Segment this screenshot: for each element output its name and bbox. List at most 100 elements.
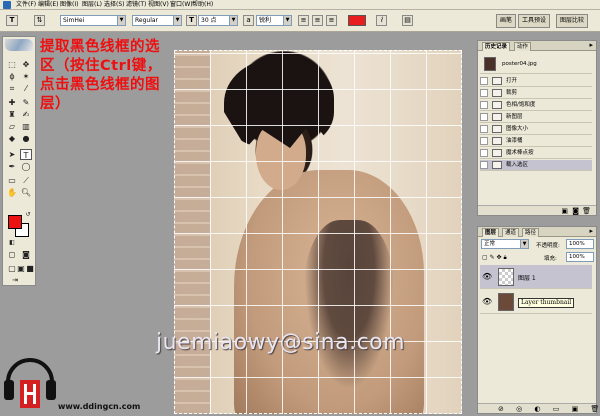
menu-help[interactable]: 帮助(H) xyxy=(192,1,214,9)
align-right-icon[interactable]: ≡ xyxy=(326,15,337,26)
tab-channels[interactable]: 通道 xyxy=(502,228,520,237)
lock-icons[interactable]: ▢ ✎ ✥ 🔒︎ xyxy=(482,254,507,262)
fill-label: 填充: xyxy=(544,256,557,262)
screen-mode-full-icon[interactable]: ■ xyxy=(24,263,36,274)
history-item[interactable]: 油漆桶 xyxy=(480,136,592,147)
history-item[interactable]: 魔术棒点按 xyxy=(480,148,592,159)
new-document-icon[interactable]: ▣ xyxy=(561,207,568,215)
swap-colors-icon[interactable]: ↺ xyxy=(22,209,34,220)
text-orientation-icon[interactable]: ⇅ xyxy=(34,15,45,26)
font-family-value: SimHei xyxy=(63,17,85,24)
history-checkbox[interactable] xyxy=(480,101,488,109)
font-family-select[interactable]: SimHei ▼ xyxy=(60,15,126,26)
align-center-icon[interactable]: ≡ xyxy=(312,15,323,26)
text-tool-icon[interactable]: T xyxy=(6,15,18,26)
history-step-icon xyxy=(492,77,502,85)
history-checkbox[interactable] xyxy=(480,89,488,97)
menu-window[interactable]: 窗口(W) xyxy=(170,1,193,9)
jump-to-imageready-icon[interactable]: ⇥ xyxy=(9,275,21,286)
default-colors-icon[interactable]: ◧ xyxy=(6,237,18,248)
document-canvas[interactable] xyxy=(174,50,462,414)
palette-menu-icon[interactable]: ▸ xyxy=(589,41,593,49)
hand-tool-icon[interactable]: ✋ xyxy=(6,187,18,198)
notes-tool-icon[interactable]: ▭ xyxy=(6,175,18,186)
crop-tool-icon[interactable]: ⌗ xyxy=(6,83,18,94)
antialias-value: 锐利 xyxy=(259,17,272,24)
trash-icon[interactable]: 🗑︎ xyxy=(582,207,591,215)
new-snapshot-icon[interactable]: ◙ xyxy=(572,207,579,215)
dodge-tool-icon[interactable]: ● xyxy=(20,133,32,144)
tab-history[interactable]: 历史记录 xyxy=(482,42,511,51)
history-item-label: 魔术棒点按 xyxy=(506,150,534,156)
tab-layers[interactable]: 图层 xyxy=(482,228,500,237)
layer-actions-icons[interactable]: ⊘ ◎ ◐ ▭ ▣ 🗑︎ xyxy=(498,405,600,413)
history-item-label: 裁剪 xyxy=(506,90,518,96)
history-checkbox[interactable] xyxy=(480,137,488,145)
quick-mask-mode-icon[interactable]: ◙ xyxy=(20,249,32,260)
menu-edit[interactable]: 编辑(E) xyxy=(38,1,60,9)
layer-row[interactable]: 👁︎ 图层 1 xyxy=(480,265,592,289)
history-step-icon xyxy=(492,113,502,121)
menu-layer[interactable]: 图层(L) xyxy=(82,1,104,9)
fill-input[interactable]: 100% xyxy=(566,252,594,262)
type-tool-icon[interactable]: T xyxy=(20,149,32,160)
foreground-color-swatch[interactable] xyxy=(8,215,22,229)
magic-wand-tool-icon[interactable]: ✶ xyxy=(20,71,32,82)
zoom-tool-icon[interactable]: 🔍︎ xyxy=(20,187,32,198)
blur-tool-icon[interactable]: ◆ xyxy=(6,133,18,144)
history-item-label: 图像大小 xyxy=(506,126,529,132)
pen-tool-icon[interactable]: ✒ xyxy=(6,161,18,172)
font-style-select[interactable]: Regular ▼ xyxy=(132,15,182,26)
history-item[interactable]: 图像大小 xyxy=(480,124,592,135)
align-left-icon[interactable]: ≡ xyxy=(298,15,309,26)
history-item[interactable]: 新图层 xyxy=(480,112,592,123)
palette-tab-tool-presets[interactable]: 工具预设 xyxy=(518,14,551,28)
history-item-current[interactable]: 载入选区 xyxy=(480,160,592,171)
history-checkbox[interactable] xyxy=(480,77,488,85)
history-item[interactable]: 裁剪 xyxy=(480,88,592,99)
warp-text-icon[interactable]: ⌇ xyxy=(376,15,387,26)
shape-tool-icon[interactable]: ◯ xyxy=(20,161,32,172)
menu-image[interactable]: 图像(I) xyxy=(60,1,82,9)
font-size-select[interactable]: 30 点 ▼ xyxy=(198,15,238,26)
palette-tab-brushes[interactable]: 画笔 xyxy=(496,14,517,28)
move-tool-icon[interactable]: ✥ xyxy=(20,59,32,70)
history-checkbox[interactable] xyxy=(480,161,488,169)
antialias-select[interactable]: 锐利 ▼ xyxy=(256,15,292,26)
eyedropper-tool-icon[interactable]: ⟋ xyxy=(20,175,32,186)
photoshop-logo-icon[interactable] xyxy=(3,1,11,9)
eye-icon[interactable]: 👁︎ xyxy=(482,297,492,306)
marquee-tool-icon[interactable]: ⬚ xyxy=(6,59,18,70)
text-color-swatch[interactable] xyxy=(348,15,366,26)
history-brush-tool-icon[interactable]: ✍ xyxy=(20,109,32,120)
history-item[interactable]: 色相/饱和度 xyxy=(480,100,592,111)
history-checkbox[interactable] xyxy=(480,125,488,133)
menu-file[interactable]: 文件(F) xyxy=(16,1,38,9)
menu-select[interactable]: 选择(S) xyxy=(104,1,126,9)
blend-mode-select[interactable]: 正常 ▼ xyxy=(481,239,529,249)
history-checkbox[interactable] xyxy=(480,113,488,121)
history-snapshot[interactable]: poster04.jpg xyxy=(480,54,592,74)
palette-menu-icon[interactable]: ▸ xyxy=(589,227,593,235)
palette-toggle-icon[interactable]: ▤ xyxy=(402,15,413,26)
menu-filter[interactable]: 滤镜(T) xyxy=(126,1,148,9)
history-footer: ▣ ◙ 🗑︎ xyxy=(478,205,596,215)
layer-row[interactable]: 👁︎ Layer thumbnail xyxy=(480,290,592,314)
brush-tool-icon[interactable]: ✎ xyxy=(20,97,32,108)
standard-mode-icon[interactable]: ◻ xyxy=(6,249,18,260)
eraser-tool-icon[interactable]: ▱ xyxy=(6,121,18,132)
clone-stamp-tool-icon[interactable]: ♜ xyxy=(6,109,18,120)
tab-paths[interactable]: 路径 xyxy=(522,228,540,237)
gradient-tool-icon[interactable]: ▥ xyxy=(20,121,32,132)
history-item[interactable]: 打开 xyxy=(480,76,592,87)
palette-tab-layer-comps[interactable]: 图层比较 xyxy=(556,14,589,28)
opacity-input[interactable]: 100% xyxy=(566,239,594,249)
eye-icon[interactable]: 👁︎ xyxy=(482,272,492,281)
slice-tool-icon[interactable]: ⁄ xyxy=(20,83,32,94)
path-selection-tool-icon[interactable]: ➤ xyxy=(6,149,18,160)
history-checkbox[interactable] xyxy=(480,149,488,157)
tab-actions[interactable]: 动作 xyxy=(514,42,532,51)
lasso-tool-icon[interactable]: ϕ xyxy=(6,71,18,82)
menu-view[interactable]: 视图(V) xyxy=(148,1,170,9)
healing-brush-tool-icon[interactable]: ✚ xyxy=(6,97,18,108)
